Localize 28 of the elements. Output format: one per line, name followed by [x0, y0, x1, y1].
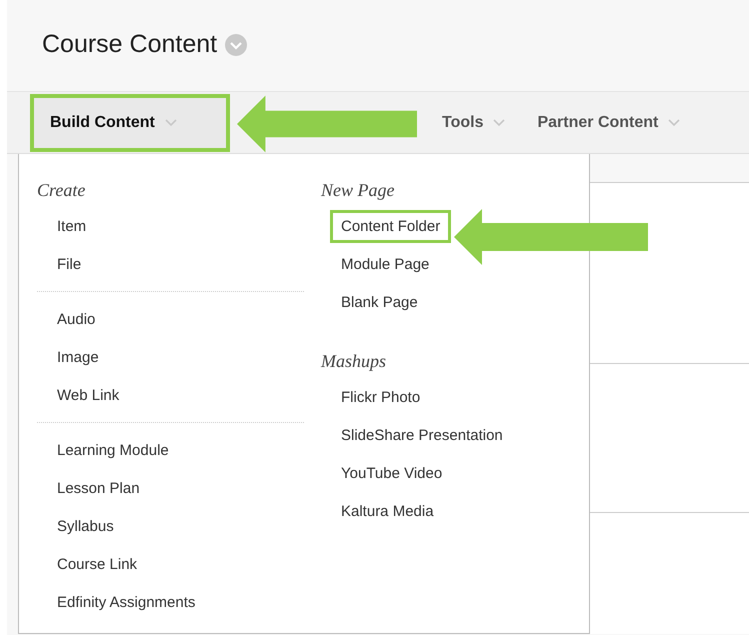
toolbar-menu-button[interactable]: Build Content [30, 94, 230, 152]
menu-item[interactable]: Item [46, 210, 98, 242]
menu-item[interactable]: Lesson Plan [46, 472, 151, 504]
menu-item[interactable]: Image [46, 340, 110, 374]
chevron-down-icon [164, 118, 177, 126]
menu-item[interactable]: Flickr Photo [330, 380, 432, 414]
menu-heading: Create [37, 180, 86, 201]
menu-item[interactable]: File [46, 248, 92, 280]
menu-item[interactable]: Learning Module [46, 434, 180, 466]
chevron-down-icon [668, 118, 680, 126]
menu-item[interactable]: Blank Page [330, 286, 429, 318]
menu-item[interactable]: SlideShare Presentation [330, 418, 514, 452]
menu-item[interactable]: Web Link [46, 378, 130, 412]
chevron-down-icon [493, 118, 506, 126]
menu-item[interactable]: YouTube Video [330, 456, 454, 490]
menu-item[interactable]: Content Folder [330, 210, 452, 242]
toolbar-menu-button[interactable]: Tools [426, 94, 522, 152]
menu-heading: Mashups [321, 351, 388, 372]
page-title: Course Content [42, 30, 218, 59]
toolbar-menu-button[interactable]: Partner Content [521, 94, 696, 152]
chevron-down-icon[interactable] [225, 34, 248, 56]
menu-item[interactable]: Course Link [46, 548, 148, 580]
menu-item[interactable]: Kaltura Media [330, 494, 445, 528]
menu-heading: New Page [321, 180, 396, 201]
menu-item[interactable]: Syllabus [46, 510, 125, 542]
menu-item[interactable]: Edfinity Assignments [46, 586, 206, 618]
menu-item[interactable]: Audio [46, 302, 106, 336]
menu-item[interactable]: Module Page [330, 248, 440, 280]
